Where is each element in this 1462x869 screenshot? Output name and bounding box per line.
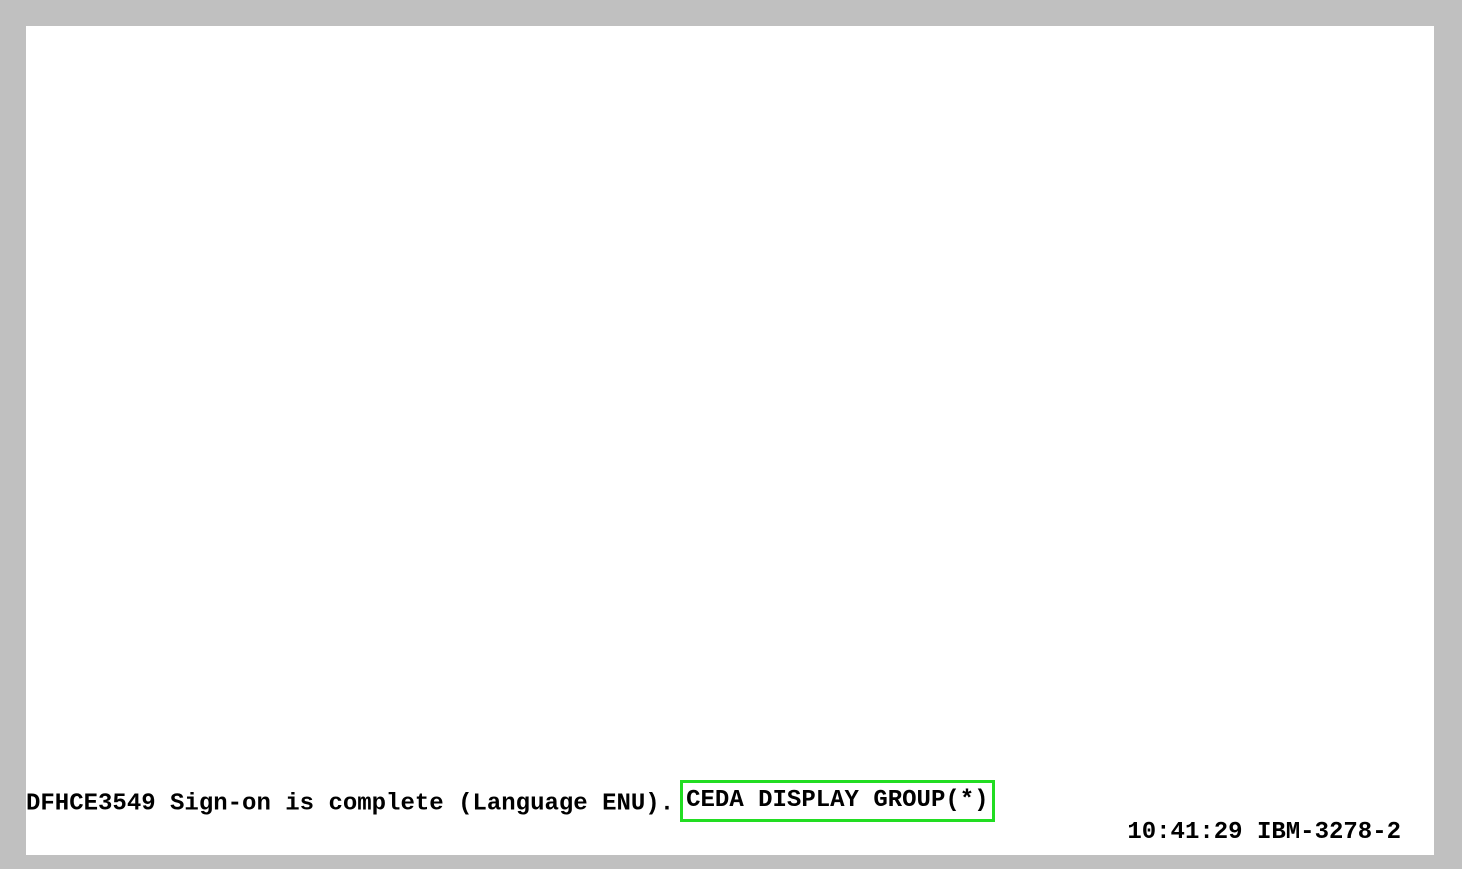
terminal-screen[interactable]: DFHCE3549 Sign-on is complete (Language …	[26, 26, 1434, 855]
signon-message: DFHCE3549 Sign-on is complete (Language …	[26, 790, 675, 818]
status-line: 10:41:29 IBM-3278-2	[1127, 818, 1401, 848]
command-input[interactable]: CEDA DISPLAY GROUP(*)	[680, 780, 995, 822]
message-line: DFHCE3549 Sign-on is complete (Language …	[26, 780, 995, 824]
terminal-window-frame: DFHCE3549 Sign-on is complete (Language …	[0, 0, 1462, 869]
terminal-type: IBM-3278-2	[1256, 819, 1401, 846]
clock-time: 10:41:29	[1127, 819, 1243, 846]
